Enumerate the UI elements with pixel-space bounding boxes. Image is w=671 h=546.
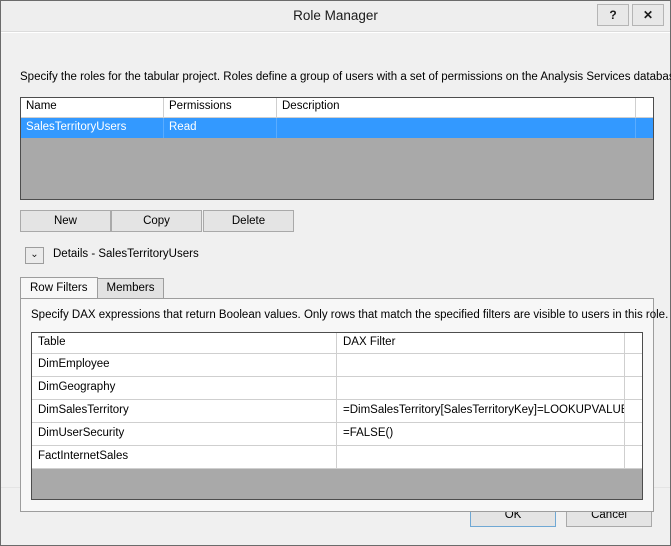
tab-panel-row-filters: Specify DAX expressions that return Bool… xyxy=(20,298,668,512)
table-row[interactable]: DimUserSecurity =FALSE() xyxy=(32,423,642,446)
details-label: Details - SalesTerritoryUsers xyxy=(53,248,199,260)
tab-strip: Row Filters Members xyxy=(20,277,165,298)
dax-extra-cell xyxy=(625,354,642,376)
dax-column-header-extra xyxy=(625,333,642,353)
table-row[interactable]: DimGeography xyxy=(32,377,642,400)
dax-filter-cell[interactable] xyxy=(337,377,625,399)
copy-button[interactable]: Copy xyxy=(111,210,202,232)
roles-column-header-description[interactable]: Description xyxy=(277,98,636,117)
dax-extra-cell xyxy=(625,423,642,445)
roles-column-header-name[interactable]: Name xyxy=(21,98,164,117)
roles-column-header-extra xyxy=(636,98,653,117)
dax-extra-cell xyxy=(625,446,642,468)
role-extra-cell xyxy=(636,118,653,138)
table-row[interactable]: SalesTerritoryUsers Read xyxy=(21,118,653,138)
tab-description: Specify DAX expressions that return Bool… xyxy=(31,309,669,321)
table-row[interactable]: DimSalesTerritory =DimSalesTerritory[Sal… xyxy=(32,400,642,423)
dax-table-cell[interactable]: DimUserSecurity xyxy=(32,423,337,445)
tab-members[interactable]: Members xyxy=(96,278,165,298)
dax-filter-cell[interactable] xyxy=(337,446,625,468)
chevron-down-icon[interactable]: ⌄ xyxy=(25,247,44,264)
dax-table-cell[interactable]: FactInternetSales xyxy=(32,446,337,468)
dax-table-cell[interactable]: DimGeography xyxy=(32,377,337,399)
dax-extra-cell xyxy=(625,400,642,422)
table-row[interactable]: FactInternetSales xyxy=(32,446,642,469)
dialog-body: Specify the roles for the tabular projec… xyxy=(1,32,671,545)
roles-column-header-permissions[interactable]: Permissions xyxy=(164,98,277,117)
role-name-cell[interactable]: SalesTerritoryUsers xyxy=(21,118,164,138)
delete-button[interactable]: Delete xyxy=(203,210,294,232)
tab-row-filters[interactable]: Row Filters xyxy=(20,277,98,298)
table-row[interactable]: DimEmployee xyxy=(32,354,642,377)
dax-filter-grid[interactable]: Table DAX Filter DimEmployee DimGeograph… xyxy=(31,332,643,500)
close-icon[interactable]: ✕ xyxy=(632,4,664,26)
dax-filter-cell[interactable]: =FALSE() xyxy=(337,423,625,445)
dax-table-cell[interactable]: DimEmployee xyxy=(32,354,337,376)
dax-table-cell[interactable]: DimSalesTerritory xyxy=(32,400,337,422)
dax-extra-cell xyxy=(625,377,642,399)
role-description-cell[interactable] xyxy=(277,118,636,138)
title-bar: Role Manager ? ✕ xyxy=(1,1,670,32)
dialog-description: Specify the roles for the tabular projec… xyxy=(20,71,671,83)
role-manager-dialog: Role Manager ? ✕ Specify the roles for t… xyxy=(0,0,671,546)
new-button[interactable]: New xyxy=(20,210,111,232)
roles-grid-header: Name Permissions Description xyxy=(21,98,653,118)
help-icon[interactable]: ? xyxy=(597,4,629,26)
dax-column-header-table[interactable]: Table xyxy=(32,333,337,353)
dax-column-header-filter[interactable]: DAX Filter xyxy=(337,333,625,353)
roles-grid[interactable]: Name Permissions Description SalesTerrit… xyxy=(20,97,654,200)
dax-grid-header: Table DAX Filter xyxy=(32,333,642,354)
window-title: Role Manager xyxy=(293,8,378,23)
dax-filter-cell[interactable]: =DimSalesTerritory[SalesTerritoryKey]=LO… xyxy=(337,400,625,422)
role-permissions-cell[interactable]: Read xyxy=(164,118,277,138)
dax-filter-cell[interactable] xyxy=(337,354,625,376)
